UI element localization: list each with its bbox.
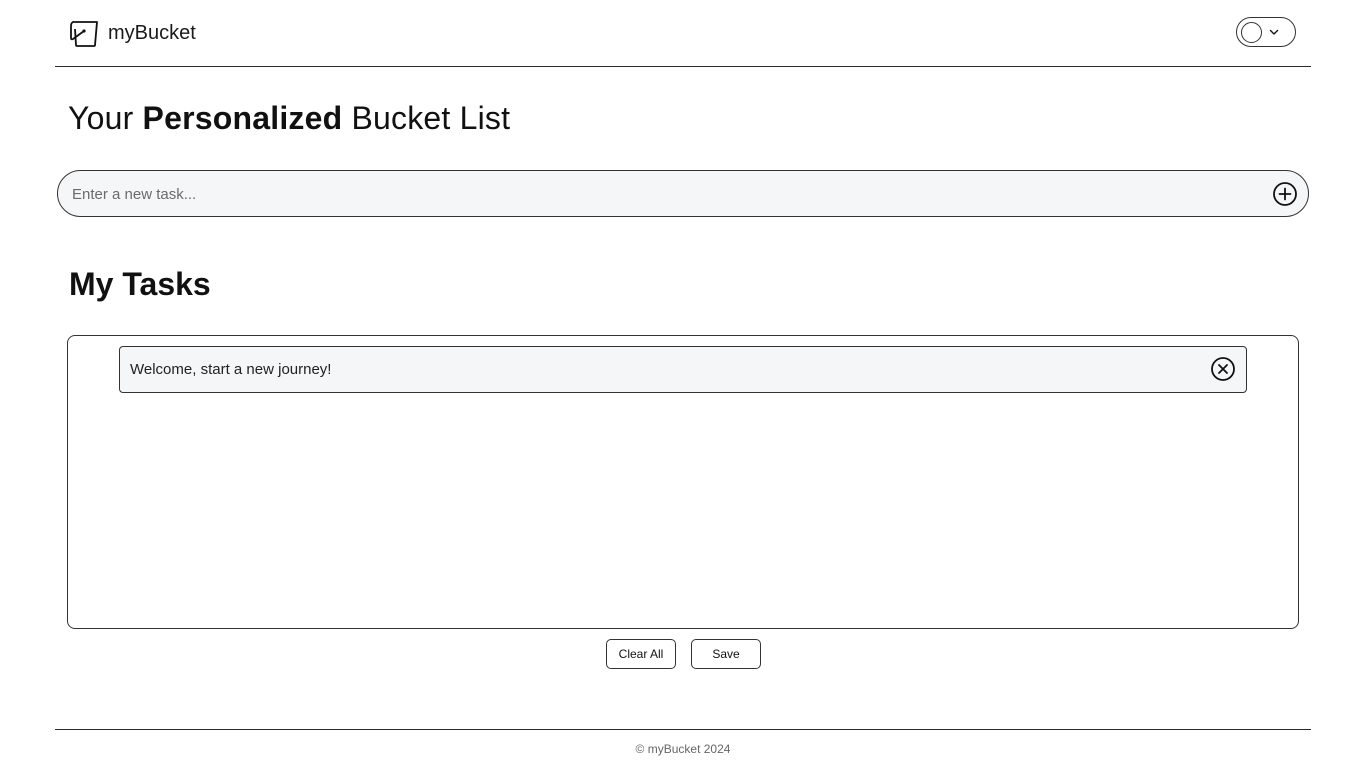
new-task-input[interactable] bbox=[70, 171, 1264, 218]
page-title-prefix: Your bbox=[68, 100, 143, 136]
brand-link[interactable]: myBucket bbox=[68, 18, 196, 48]
circle-icon bbox=[1241, 21, 1262, 43]
new-task-form bbox=[57, 170, 1309, 218]
top-navbar: myBucket bbox=[55, 0, 1311, 67]
page-title: Your Personalized Bucket List bbox=[68, 100, 510, 137]
footer: © myBucket 2024 bbox=[55, 729, 1311, 768]
bucket-icon bbox=[70, 21, 98, 47]
copyright-text: © myBucket 2024 bbox=[635, 742, 731, 756]
page-title-suffix: Bucket List bbox=[342, 100, 511, 136]
x-circle-icon[interactable] bbox=[1210, 356, 1236, 382]
task-item: Welcome, start a new journey! bbox=[119, 346, 1247, 393]
save-button[interactable]: Save bbox=[691, 639, 761, 669]
brand-name: myBucket bbox=[108, 21, 196, 44]
task-list: Welcome, start a new journey! bbox=[67, 335, 1299, 629]
tasks-heading: My Tasks bbox=[69, 266, 211, 302]
task-text: Welcome, start a new journey! bbox=[130, 361, 332, 378]
page-title-emphasis: Personalized bbox=[142, 100, 343, 136]
page: myBucket Your Personalized Bucket List M… bbox=[0, 0, 1366, 768]
clear-all-button[interactable]: Clear All bbox=[606, 639, 676, 669]
theme-toggle-dropdown[interactable] bbox=[1236, 17, 1296, 47]
plus-circle-icon[interactable] bbox=[1272, 181, 1298, 207]
chevron-down-icon bbox=[1269, 29, 1279, 35]
